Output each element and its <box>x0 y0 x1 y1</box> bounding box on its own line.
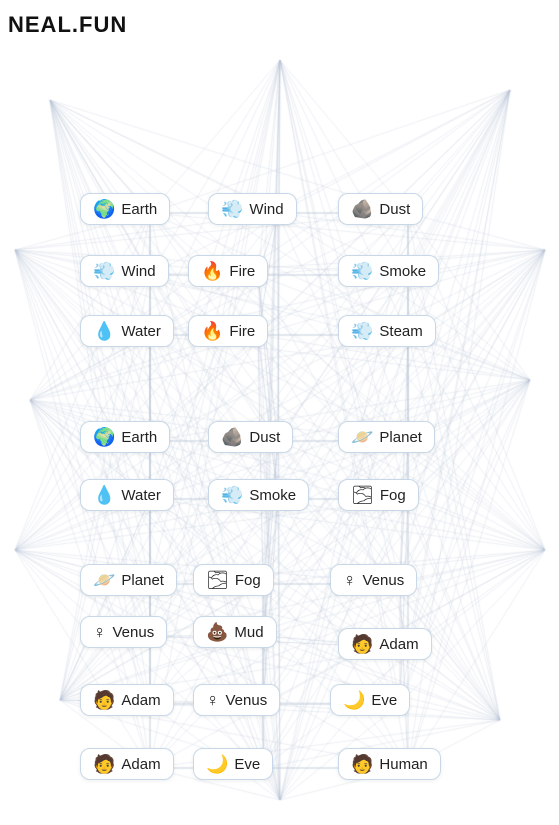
element-card-venus-18[interactable]: ♀ Venus <box>80 616 167 648</box>
element-label: Planet <box>121 572 164 589</box>
element-label: Earth <box>121 429 157 446</box>
element-emoji: 💨 <box>93 262 115 280</box>
element-label: Dust <box>249 429 280 446</box>
element-card-fog-14[interactable]: 🌫 Fog <box>338 479 419 511</box>
element-emoji: 🧑 <box>351 755 373 773</box>
element-label: Steam <box>379 323 422 340</box>
element-card-dust-10[interactable]: 🪨 Dust <box>208 421 293 453</box>
element-label: Eve <box>371 692 397 709</box>
element-card-fire-7[interactable]: 🔥 Fire <box>188 315 268 347</box>
element-label: Earth <box>121 201 157 218</box>
element-label: Wind <box>249 201 283 218</box>
element-emoji: 💨 <box>351 262 373 280</box>
element-emoji: ♀ <box>206 691 220 709</box>
element-card-fog-16[interactable]: 🌫 Fog <box>193 564 274 596</box>
element-emoji: 🧑 <box>351 635 373 653</box>
element-card-water-6[interactable]: 💧 Water <box>80 315 174 347</box>
element-label: Eve <box>234 756 260 773</box>
element-label: Venus <box>226 692 268 709</box>
element-card-fire-4[interactable]: 🔥 Fire <box>188 255 268 287</box>
element-emoji: 💧 <box>93 486 115 504</box>
element-emoji: 🔥 <box>201 262 223 280</box>
element-card-dust-2[interactable]: 🪨 Dust <box>338 193 423 225</box>
element-emoji: 🪨 <box>351 200 373 218</box>
element-emoji: 💧 <box>93 322 115 340</box>
element-label: Fire <box>229 263 255 280</box>
element-emoji: 💨 <box>221 200 243 218</box>
element-emoji: ♀ <box>343 571 357 589</box>
element-label: Smoke <box>249 487 296 504</box>
element-label: Planet <box>379 429 422 446</box>
element-emoji: 🌍 <box>93 200 115 218</box>
element-label: Adam <box>121 692 160 709</box>
element-card-adam-21[interactable]: 🧑 Adam <box>80 684 174 716</box>
element-label: Human <box>379 756 427 773</box>
element-label: Venus <box>363 572 405 589</box>
element-card-wind-1[interactable]: 💨 Wind <box>208 193 297 225</box>
element-emoji: 🌫 <box>206 571 229 589</box>
element-card-water-12[interactable]: 💧 Water <box>80 479 174 511</box>
element-label: Adam <box>379 636 418 653</box>
element-card-eve-25[interactable]: 🌙 Eve <box>193 748 273 780</box>
element-emoji: 🧑 <box>93 755 115 773</box>
element-emoji: 🪨 <box>221 428 243 446</box>
element-card-adam-20[interactable]: 🧑 Adam <box>338 628 432 660</box>
element-emoji: 🪐 <box>93 571 115 589</box>
element-emoji: 🌙 <box>343 691 365 709</box>
element-label: Dust <box>379 201 410 218</box>
element-card-venus-22[interactable]: ♀ Venus <box>193 684 280 716</box>
element-card-human-26[interactable]: 🧑 Human <box>338 748 441 780</box>
element-card-smoke-13[interactable]: 💨 Smoke <box>208 479 309 511</box>
element-emoji: 🪐 <box>351 428 373 446</box>
element-emoji: 🧑 <box>93 691 115 709</box>
element-card-venus-17[interactable]: ♀ Venus <box>330 564 417 596</box>
element-card-mud-19[interactable]: 💩 Mud <box>193 616 277 648</box>
element-card-earth-9[interactable]: 🌍 Earth <box>80 421 170 453</box>
element-card-earth-0[interactable]: 🌍 Earth <box>80 193 170 225</box>
element-emoji: 🌫 <box>351 486 374 504</box>
element-label: Fog <box>235 572 261 589</box>
app-logo: NEAL.FUN <box>8 12 127 38</box>
element-emoji: 💨 <box>351 322 373 340</box>
element-card-steam-8[interactable]: 💨 Steam <box>338 315 436 347</box>
element-emoji: 🌙 <box>206 755 228 773</box>
element-label: Smoke <box>379 263 426 280</box>
element-label: Wind <box>121 263 155 280</box>
element-card-planet-15[interactable]: 🪐 Planet <box>80 564 177 596</box>
element-label: Fire <box>229 323 255 340</box>
element-emoji: 🔥 <box>201 322 223 340</box>
element-label: Water <box>121 487 160 504</box>
element-label: Adam <box>121 756 160 773</box>
element-card-wind-3[interactable]: 💨 Wind <box>80 255 169 287</box>
element-label: Mud <box>234 624 263 641</box>
element-emoji: 💨 <box>221 486 243 504</box>
element-label: Venus <box>113 624 155 641</box>
element-card-adam-24[interactable]: 🧑 Adam <box>80 748 174 780</box>
element-label: Fog <box>380 487 406 504</box>
element-emoji: ♀ <box>93 623 107 641</box>
element-emoji: 🌍 <box>93 428 115 446</box>
element-emoji: 💩 <box>206 623 228 641</box>
element-card-planet-11[interactable]: 🪐 Planet <box>338 421 435 453</box>
element-card-eve-23[interactable]: 🌙 Eve <box>330 684 410 716</box>
element-card-smoke-5[interactable]: 💨 Smoke <box>338 255 439 287</box>
element-label: Water <box>121 323 160 340</box>
